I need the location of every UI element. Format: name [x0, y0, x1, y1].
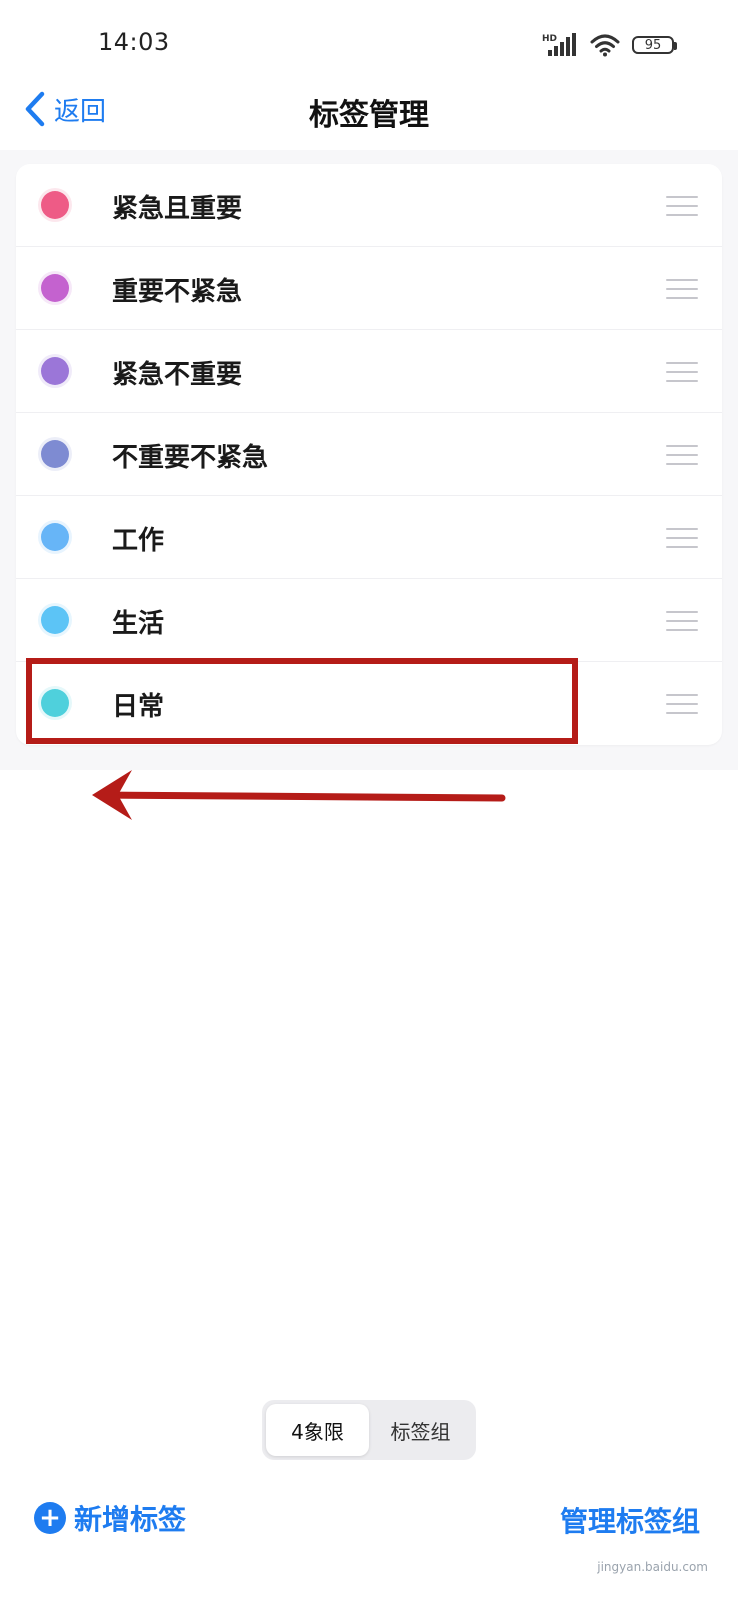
plus-icon: + — [34, 1502, 66, 1534]
tag-color-dot — [38, 603, 72, 637]
tag-color-dot — [38, 437, 72, 471]
tag-dot-fill — [41, 689, 69, 717]
tag-name: 工作 — [112, 526, 165, 556]
add-tag-button[interactable]: + 新增标签 — [34, 1498, 186, 1538]
tag-name: 紧急且重要 — [112, 194, 243, 224]
manage-tag-group-button[interactable]: 管理标签组 — [560, 1500, 700, 1540]
battery-icon: 95 — [632, 36, 677, 54]
tag-dot-fill — [41, 191, 69, 219]
tag-dot-fill — [41, 357, 69, 385]
tag-name: 日常 — [112, 692, 165, 722]
battery-level: 95 — [644, 37, 662, 53]
tag-name: 不重要不紧急 — [112, 443, 269, 473]
tag-row[interactable]: 不重要不紧急 — [16, 413, 722, 496]
status-icons: HD 95 — [542, 30, 677, 60]
segment-quadrant[interactable]: 4象限 — [266, 1404, 369, 1456]
segment-tag-group[interactable]: 标签组 — [369, 1404, 472, 1456]
drag-handle-icon[interactable] — [666, 279, 698, 299]
status-bar: 14:03 HD 95 — [0, 0, 738, 90]
tag-dot-fill — [41, 440, 69, 468]
tag-color-dot — [38, 354, 72, 388]
drag-handle-icon[interactable] — [666, 445, 698, 465]
drag-handle-icon[interactable] — [666, 611, 698, 631]
tag-name: 紧急不重要 — [112, 360, 243, 390]
tag-name: 重要不紧急 — [112, 277, 243, 307]
drag-handle-icon[interactable] — [666, 362, 698, 382]
drag-handle-icon[interactable] — [666, 528, 698, 548]
tag-dot-fill — [41, 274, 69, 302]
segmented-control: 4象限 标签组 — [262, 1400, 476, 1460]
drag-handle-icon[interactable] — [666, 196, 698, 216]
page-title: 标签管理 — [309, 98, 429, 133]
tag-name: 生活 — [112, 609, 165, 639]
signal-icon: HD — [542, 33, 576, 56]
drag-handle-icon[interactable] — [666, 694, 698, 714]
tag-color-dot — [38, 271, 72, 305]
tag-dot-fill — [41, 606, 69, 634]
tag-color-dot — [38, 188, 72, 222]
tag-color-dot — [38, 520, 72, 554]
tag-row[interactable]: 紧急且重要 — [16, 164, 722, 247]
tag-row[interactable]: 工作 — [16, 496, 722, 579]
wifi-icon — [590, 34, 620, 57]
add-tag-label: 新增标签 — [74, 1503, 187, 1536]
tag-row[interactable]: 重要不紧急 — [16, 247, 722, 330]
tag-row[interactable]: 生活 — [16, 579, 722, 662]
tag-dot-fill — [41, 523, 69, 551]
network-label: HD — [542, 34, 557, 44]
tag-row[interactable]: 日常 — [16, 662, 722, 745]
tag-color-dot — [38, 686, 72, 720]
tag-row[interactable]: 紧急不重要 — [16, 330, 722, 413]
tag-list: 紧急且重要 重要不紧急 紧急不重要 不重要不紧急 工作 生活 日常 — [16, 164, 722, 745]
status-time: 14:03 — [98, 28, 170, 56]
nav-bar: 返回 标签管理 — [0, 78, 738, 148]
watermark: jingyan.baidu.com — [597, 1560, 708, 1574]
